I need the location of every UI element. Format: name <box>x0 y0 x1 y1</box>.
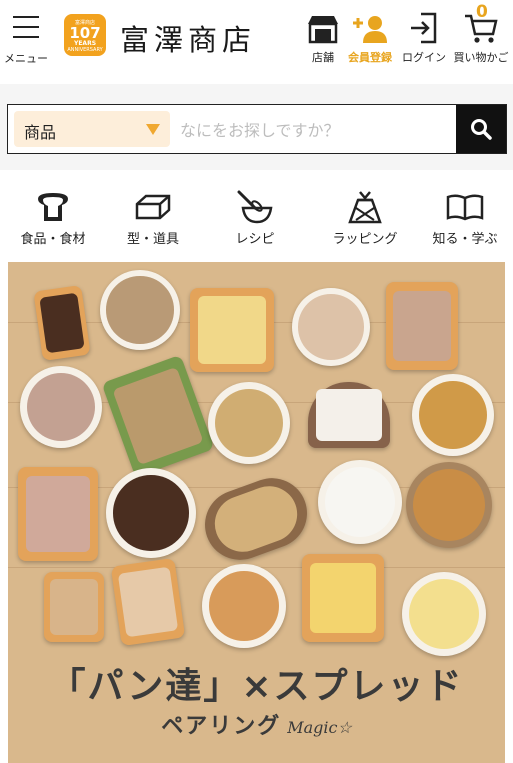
spread-cup <box>20 366 102 448</box>
bread-slice <box>110 557 186 647</box>
category-wrapping[interactable]: ラッピング <box>320 190 410 247</box>
site-header: メニュー 富澤商店 107 YEARS ANNIVERSARY 富澤商店 店舗 … <box>0 0 513 84</box>
store-icon <box>304 8 342 44</box>
bread-slice <box>33 285 91 361</box>
category-recipe[interactable]: レシピ <box>210 190 300 247</box>
bread-slice <box>44 572 104 642</box>
bread-icon <box>8 190 98 224</box>
login-icon <box>398 8 450 44</box>
login-link[interactable]: ログイン <box>398 8 450 65</box>
bread-slice <box>386 282 458 370</box>
spread-cup <box>100 270 180 350</box>
bread-slice <box>302 554 384 642</box>
bread-slice <box>308 382 390 448</box>
search-button[interactable] <box>456 105 506 153</box>
menu-label: メニュー <box>4 52 48 65</box>
category-food[interactable]: 食品・食材 <box>8 190 98 247</box>
category-nav: 食品・食材 型・道具 レシピ ラッピング 知る・学ぶ <box>0 176 513 256</box>
anniversary-badge: 富澤商店 107 YEARS ANNIVERSARY <box>64 14 106 56</box>
spread-cup <box>412 374 494 456</box>
open-book-icon <box>420 190 510 224</box>
store-link[interactable]: 店舗 <box>304 8 342 65</box>
spread-cup <box>402 572 486 656</box>
dropdown-arrow-icon <box>146 124 160 135</box>
search-category-value: 商品 <box>24 123 57 142</box>
baking-pan-icon <box>108 190 198 224</box>
search-category-select[interactable]: 商品 <box>14 111 170 147</box>
bread-slice <box>101 354 215 478</box>
menu-button[interactable]: メニュー <box>0 8 52 66</box>
member-register-link[interactable]: 会員登録 <box>344 8 396 65</box>
spread-cup <box>106 468 196 558</box>
spread-cup <box>318 460 402 544</box>
category-learn[interactable]: 知る・学ぶ <box>420 190 510 247</box>
spread-cup <box>202 564 286 648</box>
spread-cup <box>406 462 492 548</box>
add-user-icon <box>344 8 396 44</box>
gift-bag-icon <box>320 190 410 224</box>
banner-title: 「パン達」×スプレッド <box>49 666 464 707</box>
brand-logo[interactable]: 富澤商店 <box>120 17 256 59</box>
search-input[interactable] <box>178 113 452 147</box>
promo-banner[interactable]: 「パン達」×スプレッド ペアリング Magic☆ <box>8 262 505 763</box>
search-section: 商品 <box>0 84 513 170</box>
category-tools[interactable]: 型・道具 <box>108 190 198 247</box>
bread-slice <box>18 467 98 561</box>
whisk-bowl-icon <box>210 190 300 224</box>
search-icon <box>471 119 492 140</box>
spread-cup <box>292 288 370 366</box>
spread-cup <box>208 382 290 464</box>
bread-slice <box>195 468 317 570</box>
search-box: 商品 <box>7 104 507 154</box>
cart-count-badge: 0 <box>476 2 488 22</box>
banner-subtitle: ペアリング Magic☆ <box>161 714 352 739</box>
hamburger-icon <box>13 14 39 40</box>
bread-slice <box>190 288 274 372</box>
